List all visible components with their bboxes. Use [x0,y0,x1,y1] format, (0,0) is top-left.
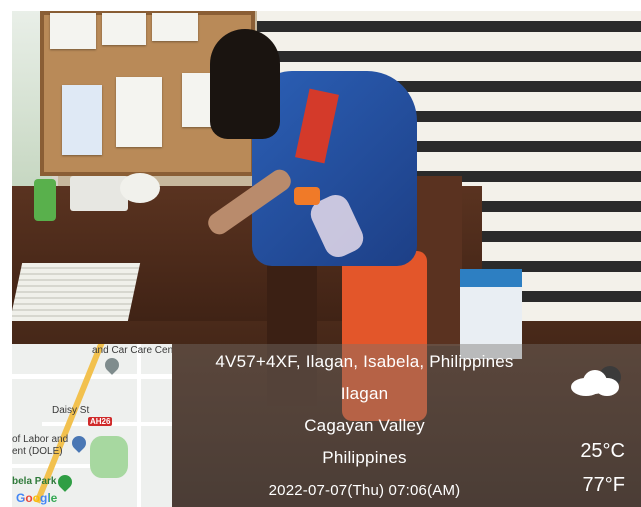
region-label: Cagayan Valley [304,416,425,435]
timestamp: 2022-07-07(Thu) 07:06(AM) [268,482,461,499]
location-map: and Car Care Cen Daisy St AH26 of Labor … [12,344,172,507]
weather-panel: 25°C 77°F [551,344,631,507]
posted-paper [102,13,146,45]
country-label: Philippines [322,448,407,467]
location-info: 4V57+4XF, Ilagan, Isabela, Philippines I… [172,344,557,507]
map-park-area [90,436,128,478]
spray-trigger [294,187,320,205]
google-logo-text: Google [16,491,58,505]
temperature-fahrenheit: 77°F [582,474,625,496]
map-label-park: bela Park [12,476,57,487]
posted-paper [116,77,162,147]
posted-paper [50,13,96,49]
blind-slat [257,21,641,32]
person-head [210,29,280,139]
map-label-dole-1: of Labor and [12,434,69,445]
geotag-overlay: and Car Care Cen Daisy St AH26 of Labor … [12,344,641,507]
city-label: Ilagan [340,384,389,403]
google-logo: Google [16,491,57,505]
highway-badge: AH26 [88,417,113,426]
paper-stack [12,263,141,321]
map-pin-icon [55,472,75,492]
tissue-box [70,176,128,211]
map-label-dole-2: ent (DOLE) [12,446,63,457]
map-road [137,344,141,507]
map-pin-icon [102,355,122,375]
desk-item [120,173,160,203]
map-label-car-care: and Car Care Cen [92,345,172,356]
sanitizer-bottle [34,179,56,221]
posted-paper [152,13,198,41]
temperature-celsius: 25°C [580,440,625,462]
blind-slat [257,51,641,62]
map-label-daisy-st: Daisy St [52,405,90,416]
cloud-part [595,378,619,396]
map-pin-icon [69,433,89,453]
partly-cloudy-icon [571,366,621,396]
plus-code-address: 4V57+4XF, Ilagan, Isabela, Philippines [215,352,514,371]
posted-paper [62,85,102,155]
